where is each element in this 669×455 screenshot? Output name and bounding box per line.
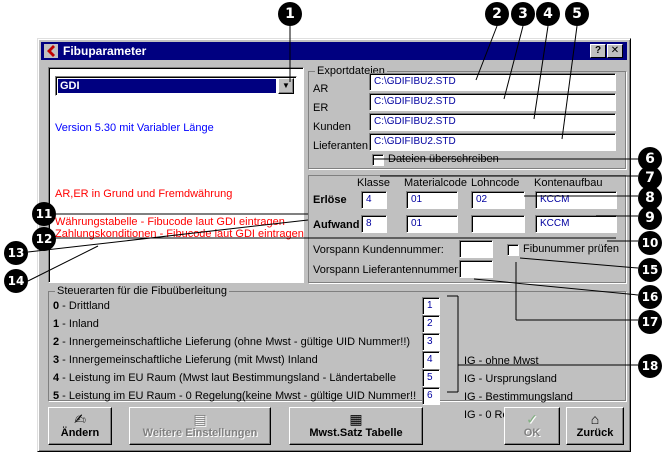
callout-line-4 bbox=[533, 25, 549, 120]
callout-line-15 bbox=[519, 257, 639, 269]
callout-13: 13 bbox=[4, 241, 28, 265]
callout-5: 5 bbox=[565, 2, 589, 26]
callout-line-5 bbox=[561, 25, 578, 140]
callout-line-16 bbox=[473, 278, 639, 296]
callout-17: 17 bbox=[638, 310, 662, 334]
callout-11: 11 bbox=[32, 202, 56, 226]
callout-lines bbox=[27, 25, 639, 393]
callout-2: 2 bbox=[485, 2, 509, 26]
callout-12: 12 bbox=[32, 227, 56, 251]
callout-9: 9 bbox=[638, 206, 662, 230]
callout-4: 4 bbox=[536, 2, 560, 26]
callout-16: 16 bbox=[638, 285, 662, 309]
callout-line-13 bbox=[27, 219, 309, 253]
callout-line-2 bbox=[475, 25, 498, 81]
callout-15: 15 bbox=[638, 258, 662, 282]
callout-1: 1 bbox=[278, 2, 302, 26]
callout-10: 10 bbox=[638, 231, 662, 255]
callout-18: 18 bbox=[638, 354, 662, 378]
callout-line-3 bbox=[503, 25, 524, 100]
callout-14: 14 bbox=[4, 269, 28, 293]
callout-3: 3 bbox=[511, 2, 535, 26]
